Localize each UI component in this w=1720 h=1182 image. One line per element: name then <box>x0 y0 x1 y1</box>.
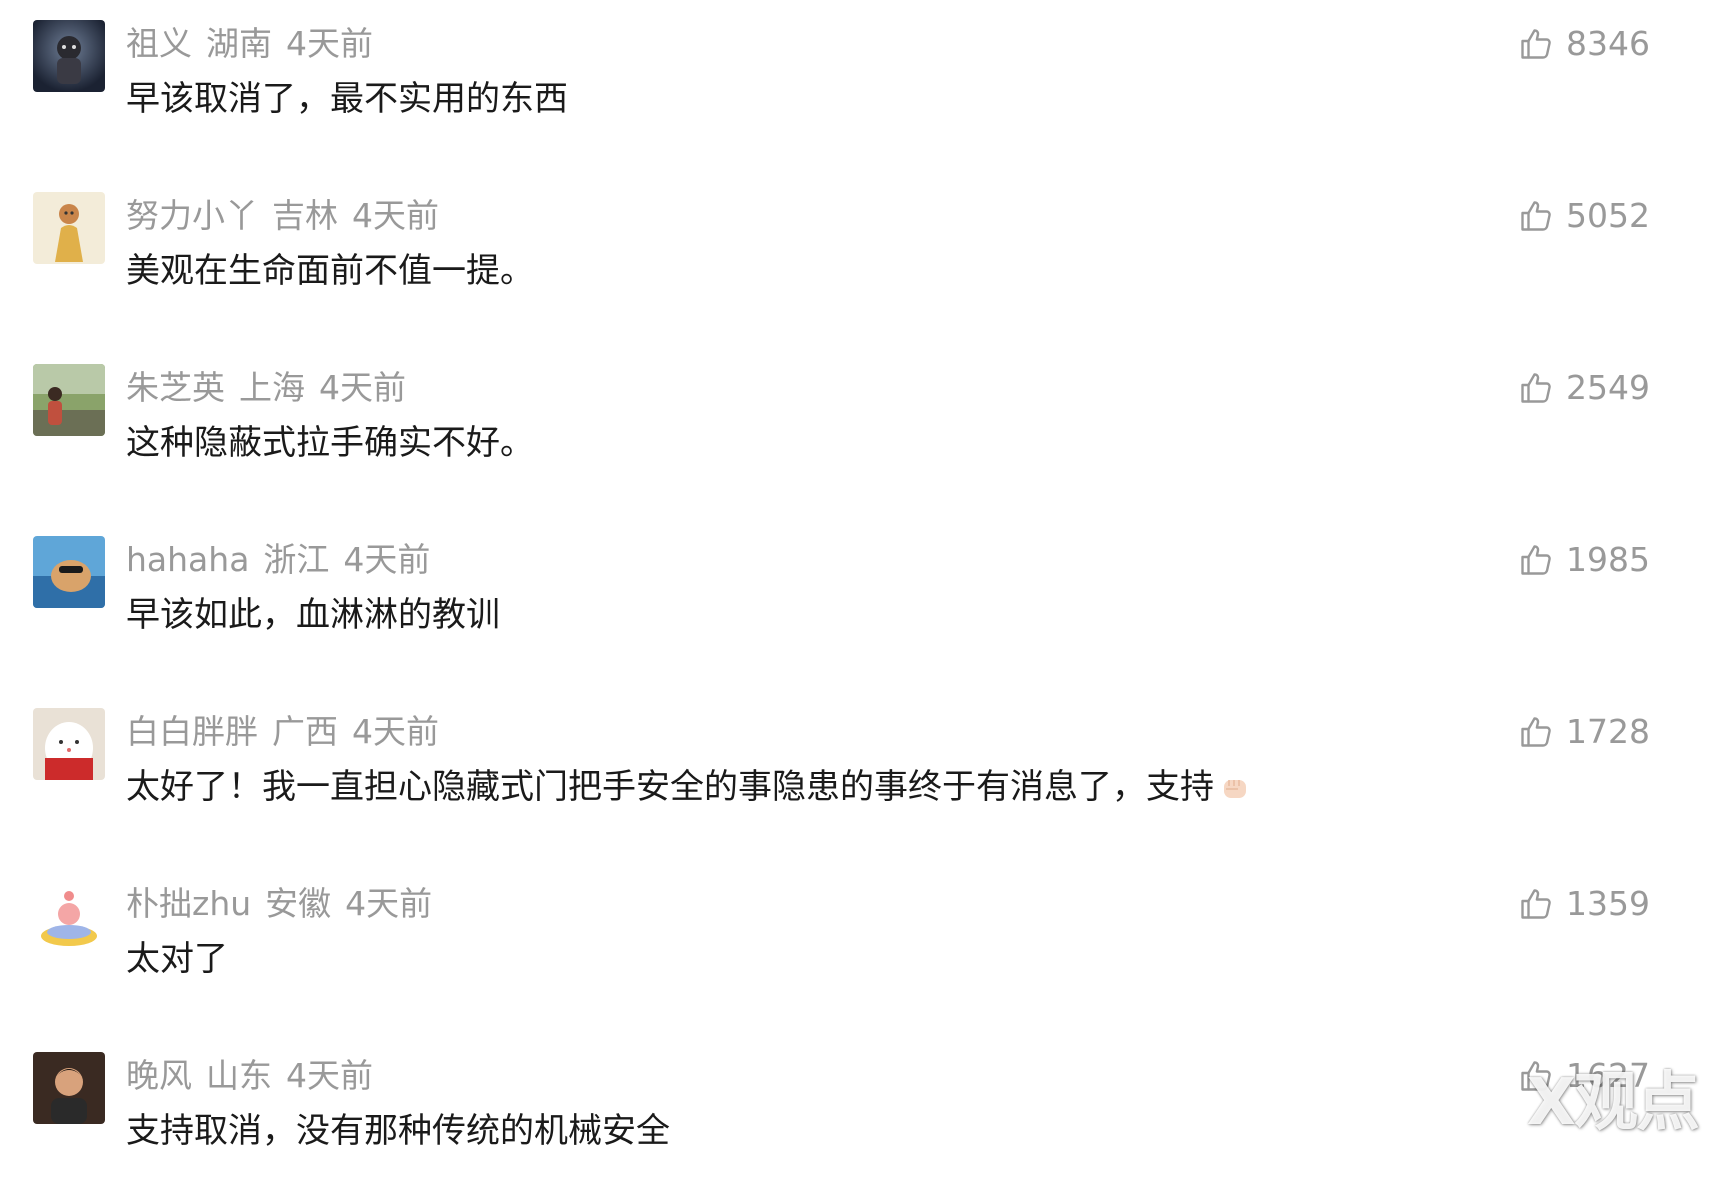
comment-text: 美观在生命面前不值一提。 <box>126 251 534 291</box>
timestamp: 4天前 <box>352 712 439 751</box>
username[interactable]: 祖义 <box>126 24 192 63</box>
avatar[interactable] <box>33 20 105 92</box>
like-button[interactable]: 1985 <box>1518 538 1650 582</box>
like-count: 8346 <box>1566 24 1650 63</box>
comment-text: 太好了！我一直担心隐藏式门把手安全的事隐患的事终于有消息了，支持 <box>126 762 1250 812</box>
comment-item: 朱芝英 上海 4天前 这种隐蔽式拉手确实不好。 2549 <box>0 344 1720 494</box>
comment-meta: 晚风 山东 4天前 <box>126 1054 387 1098</box>
like-count: 1985 <box>1566 540 1650 579</box>
comment-text: 这种隐蔽式拉手确实不好。 <box>126 423 534 463</box>
avatar[interactable] <box>33 192 105 264</box>
comment-item: 晚风 山东 4天前 支持取消，没有那种传统的机械安全 1627 <box>0 1032 1720 1182</box>
timestamp: 4天前 <box>352 196 439 235</box>
timestamp: 4天前 <box>319 368 406 407</box>
thumbs-up-icon <box>1521 717 1551 747</box>
location: 湖南 <box>206 24 272 63</box>
comment-meta: 祖义 湖南 4天前 <box>126 22 387 66</box>
like-count: 1728 <box>1566 712 1650 751</box>
comment-list: 祖义 湖南 4天前 早该取消了，最不实用的东西 8346 努力小丫 吉林 4天前 美观在… <box>0 0 1720 1163</box>
comment-item: hahaha 浙江 4天前 早该如此，血淋淋的教训 1985 <box>0 516 1720 666</box>
avatar[interactable] <box>33 880 105 952</box>
fist-emoji-icon <box>1224 780 1246 798</box>
timestamp: 4天前 <box>345 884 433 923</box>
comment-meta: 努力小丫 吉林 4天前 <box>126 194 453 238</box>
comment-text: 早该取消了，最不实用的东西 <box>126 79 568 119</box>
username[interactable]: 朱芝英 <box>126 368 225 407</box>
username[interactable]: 努力小丫 <box>126 196 258 235</box>
timestamp: 4天前 <box>286 24 373 63</box>
like-count: 1359 <box>1566 884 1650 923</box>
comment-meta: 白白胖胖 广西 4天前 <box>126 710 453 754</box>
username[interactable]: 白白胖胖 <box>126 712 258 751</box>
thumbs-up-icon <box>1521 889 1551 919</box>
like-count: 2549 <box>1566 368 1650 407</box>
avatar[interactable] <box>33 708 105 780</box>
comment-text: 太对了 <box>126 939 228 979</box>
watermark-logo: X观点 <box>1526 1066 1700 1140</box>
location: 浙江 <box>263 540 330 579</box>
username[interactable]: hahaha <box>126 540 249 579</box>
like-count: 5052 <box>1566 196 1650 235</box>
thumbs-up-icon <box>1521 201 1551 231</box>
avatar[interactable] <box>33 1052 105 1124</box>
location: 上海 <box>239 368 305 407</box>
like-button[interactable]: 1728 <box>1518 710 1650 754</box>
thumbs-up-icon <box>1521 373 1551 403</box>
like-button[interactable]: 5052 <box>1518 194 1650 238</box>
comment-meta: 朴拙zhu 安徽 4天前 <box>126 882 446 926</box>
username[interactable]: 晚风 <box>126 1056 192 1095</box>
comment-text: 早该如此，血淋淋的教训 <box>126 595 500 635</box>
location: 吉林 <box>272 196 338 235</box>
avatar[interactable] <box>33 536 105 608</box>
comment-item: 祖义 湖南 4天前 早该取消了，最不实用的东西 8346 <box>0 0 1720 150</box>
avatar[interactable] <box>33 364 105 436</box>
timestamp: 4天前 <box>343 540 431 579</box>
location: 安徽 <box>265 884 332 923</box>
location: 广西 <box>272 712 338 751</box>
comment-item: 白白胖胖 广西 4天前 太好了！我一直担心隐藏式门把手安全的事隐患的事终于有消息了，… <box>0 688 1720 838</box>
comment-text-content: 太好了！我一直担心隐藏式门把手安全的事隐患的事终于有消息了，支持 <box>126 767 1214 807</box>
location: 山东 <box>206 1056 272 1095</box>
timestamp: 4天前 <box>286 1056 373 1095</box>
thumbs-up-icon <box>1521 545 1551 575</box>
comment-meta: 朱芝英 上海 4天前 <box>126 366 420 410</box>
username[interactable]: 朴拙zhu <box>126 884 251 923</box>
like-button[interactable]: 8346 <box>1518 22 1650 66</box>
like-button[interactable]: 2549 <box>1518 366 1650 410</box>
thumbs-up-icon <box>1521 29 1551 59</box>
comment-item: 努力小丫 吉林 4天前 美观在生命面前不值一提。 5052 <box>0 172 1720 322</box>
comment-meta: hahaha 浙江 4天前 <box>126 538 444 582</box>
comment-text: 支持取消，没有那种传统的机械安全 <box>126 1111 670 1151</box>
like-button[interactable]: 1359 <box>1518 882 1650 926</box>
comment-item: 朴拙zhu 安徽 4天前 太对了 1359 <box>0 860 1720 1010</box>
